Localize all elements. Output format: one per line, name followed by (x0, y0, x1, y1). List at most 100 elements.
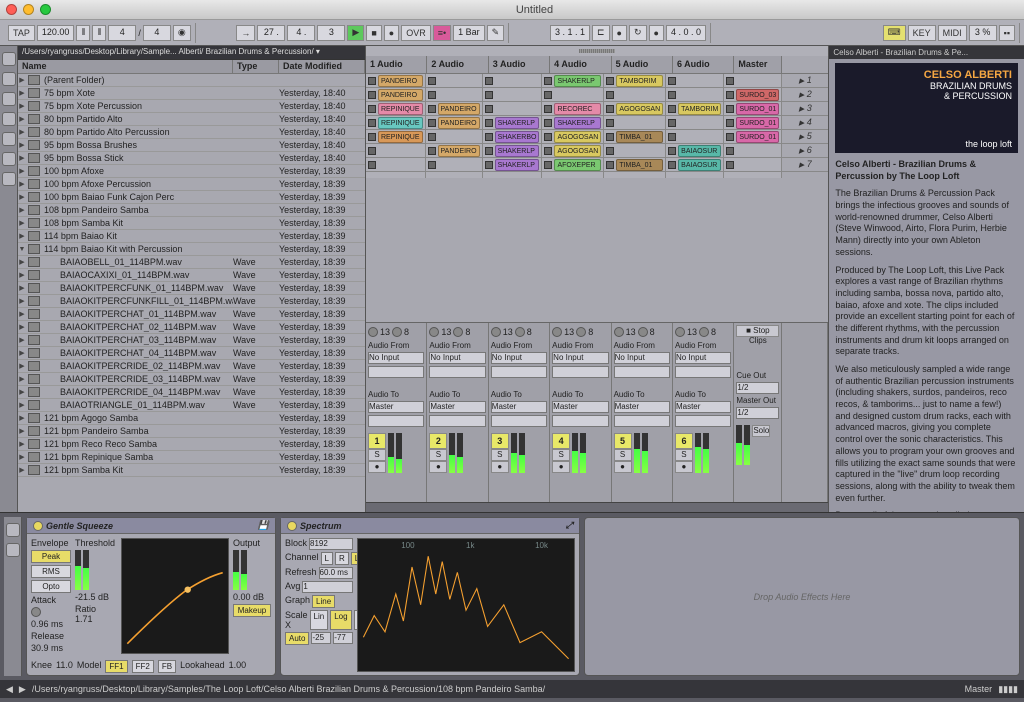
clip-play-icon[interactable] (544, 105, 552, 113)
scale-log-button[interactable]: Log (330, 610, 351, 630)
clip-play-icon[interactable] (485, 161, 493, 169)
arm-button[interactable]: ● (552, 461, 570, 473)
rms-button[interactable]: RMS (31, 565, 71, 578)
clip-stop-icon[interactable] (428, 133, 436, 141)
arrangement-sub[interactable]: 3 (317, 25, 345, 41)
clip-stop-icon[interactable] (606, 147, 614, 155)
disclosure-triangle-icon[interactable] (18, 141, 26, 149)
output-value[interactable]: 0.00 dB (233, 592, 271, 602)
range-hi[interactable]: -77 (333, 632, 353, 644)
browser-row[interactable]: 121 bpm Repinique Samba Yesterday, 18:39 (18, 451, 365, 464)
stop-all-clips-button[interactable]: ■ Stop Clips (736, 325, 779, 337)
clip-slot[interactable] (666, 88, 723, 102)
peak-button[interactable]: Peak (31, 550, 71, 563)
fb-button[interactable]: FB (158, 660, 176, 673)
nudge-up-button[interactable]: ⦀ (92, 25, 106, 41)
browser-row[interactable]: 95 bpm Bossa Stick Yesterday, 18:40 (18, 152, 365, 165)
output-channel-select[interactable] (675, 415, 731, 427)
col-type-header[interactable]: Type (233, 60, 279, 73)
play-button[interactable]: ▶ (347, 25, 364, 41)
browser-row[interactable]: 100 bpm Afoxe Percussion Yesterday, 18:3… (18, 178, 365, 191)
output-channel-select[interactable] (614, 415, 670, 427)
clip-stop-icon[interactable] (428, 77, 436, 85)
midi-map-button[interactable]: MIDI (938, 25, 967, 41)
clip-slot[interactable]: SURDO_03 (724, 88, 781, 102)
back-to-arrangement-button[interactable]: ≡• (433, 25, 451, 41)
clip-slot[interactable] (724, 158, 781, 172)
opto-button[interactable]: Opto (31, 580, 71, 593)
clip-play-icon[interactable] (544, 133, 552, 141)
stop-button[interactable]: ■ (366, 25, 381, 41)
clip-slot[interactable]: SHAKERLP (483, 144, 542, 158)
clip-slot[interactable]: AGOGOSAN (542, 144, 603, 158)
pan-knob[interactable] (515, 327, 525, 337)
disclosure-triangle-icon[interactable] (18, 284, 26, 292)
scene-launch-button[interactable]: ▶ 1 (782, 74, 828, 88)
clip-slot[interactable]: SHAKERLP (542, 116, 603, 130)
clip-slot[interactable] (666, 116, 723, 130)
disclosure-triangle-icon[interactable] (18, 388, 26, 396)
monitor-select[interactable] (552, 366, 608, 378)
clip-play-icon[interactable] (368, 77, 376, 85)
clip[interactable]: PANDEIRO (378, 89, 423, 101)
disclosure-triangle-icon[interactable] (18, 115, 26, 123)
clip-play-icon[interactable] (485, 133, 493, 141)
disclosure-triangle-icon[interactable] (18, 297, 26, 305)
clip[interactable]: TAMBORIM (678, 103, 721, 115)
draw-mode-button[interactable]: ✎ (487, 25, 505, 41)
clip-stop-icon[interactable] (668, 91, 676, 99)
clip-stop-icon[interactable] (485, 77, 493, 85)
disclosure-triangle-icon[interactable] (18, 427, 26, 435)
disclosure-triangle-icon[interactable] (18, 414, 26, 422)
clip-play-icon[interactable] (368, 133, 376, 141)
browser-row[interactable]: 75 bpm Xote Percussion Yesterday, 18:40 (18, 100, 365, 113)
send-knob[interactable] (552, 327, 562, 337)
clip-slot[interactable] (604, 144, 665, 158)
computer-midi-button[interactable]: ⌨ (883, 25, 906, 41)
clip-slot[interactable]: TAMBORIM (604, 74, 665, 88)
compressor-curve-display[interactable] (121, 538, 229, 654)
threshold-value[interactable]: -21.5 dB (75, 592, 117, 602)
tempo-field[interactable]: 120.00 (37, 25, 75, 41)
level-meter[interactable] (388, 433, 402, 473)
browser-row[interactable]: BAIAOKITPERCFUNKFILL_01_114BPM.wav Wave … (18, 295, 365, 308)
solo-button[interactable]: S (675, 449, 693, 461)
clip-slot[interactable]: SURDO_01 (724, 116, 781, 130)
master-out-select[interactable]: 1/2 (736, 407, 779, 419)
disclosure-triangle-icon[interactable] (18, 401, 26, 409)
browser-tab-2-icon[interactable] (2, 72, 16, 86)
clip-play-icon[interactable] (726, 119, 734, 127)
loop-start[interactable]: 3 . 1 . 1 (550, 25, 590, 41)
solo-button[interactable]: S (552, 449, 570, 461)
browser-row[interactable]: 121 bpm Agogo Samba Yesterday, 18:39 (18, 412, 365, 425)
clip-slot[interactable] (366, 144, 425, 158)
audio-from-select[interactable]: No Input (491, 352, 547, 364)
audio-from-select[interactable]: No Input (675, 352, 731, 364)
clip-slot[interactable] (366, 158, 425, 172)
clip[interactable]: SHAKERLP (495, 117, 540, 129)
clip-play-icon[interactable] (544, 161, 552, 169)
minimize-window-button[interactable] (23, 4, 34, 15)
clip-slot[interactable] (604, 88, 665, 102)
clip-slot[interactable]: RECOREC (542, 102, 603, 116)
ratio-value[interactable]: 1.71 (75, 614, 96, 624)
scene-launch-button[interactable]: ▶ 7 (782, 158, 828, 172)
clip-play-icon[interactable] (606, 133, 614, 141)
device-power-icon[interactable] (287, 521, 297, 531)
ff2-button[interactable]: FF2 (132, 660, 154, 673)
browser-row[interactable]: BAIAOKITPERCHAT_04_114BPM.wav Wave Yeste… (18, 347, 365, 360)
audio-from-select[interactable]: No Input (614, 352, 670, 364)
track-activator[interactable]: 1 (368, 433, 386, 449)
clip[interactable]: REPINIQUE (378, 131, 423, 143)
clip-play-icon[interactable] (606, 161, 614, 169)
clip-slot[interactable]: REPINIQUE (366, 102, 425, 116)
disclosure-triangle-icon[interactable] (18, 89, 26, 97)
channel-r-button[interactable]: R (335, 552, 349, 565)
browser-row[interactable]: BAIAOKITPERCRIDE_03_114BPM.wav Wave Yest… (18, 373, 365, 386)
clip-stop-icon[interactable] (726, 147, 734, 155)
arm-button[interactable]: ● (429, 461, 447, 473)
clip-slot[interactable] (604, 116, 665, 130)
clip-slot[interactable]: AGOGOSAN (604, 102, 665, 116)
loop-button-a[interactable]: ⊏ (592, 25, 610, 41)
clip-stop-icon[interactable] (368, 147, 376, 155)
